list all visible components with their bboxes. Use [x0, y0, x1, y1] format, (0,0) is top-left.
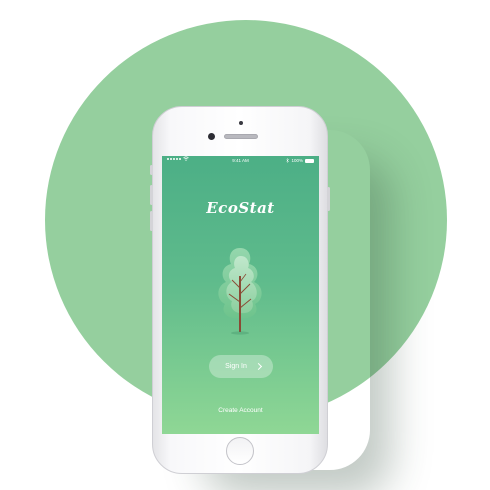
volume-down-button	[150, 211, 153, 231]
chevron-right-icon	[254, 362, 262, 371]
stage: 9:41 AM 100% EcoStat Sign In Create Acco…	[0, 0, 490, 490]
battery-percentage: 100%	[291, 158, 303, 163]
home-button[interactable]	[226, 437, 254, 465]
power-button	[327, 187, 330, 211]
volume-up-button	[150, 185, 153, 205]
battery-icon	[305, 158, 314, 163]
sign-in-label: Sign In	[225, 363, 247, 370]
app-screen: 9:41 AM 100% EcoStat Sign In Create Acco…	[162, 156, 319, 434]
front-camera-icon	[208, 133, 215, 140]
status-right: 100%	[286, 156, 314, 165]
create-account-link[interactable]: Create Account	[162, 407, 319, 414]
tree-icon	[218, 248, 262, 335]
proximity-sensor	[239, 121, 243, 125]
earpiece-speaker	[224, 134, 258, 139]
bluetooth-icon	[286, 158, 290, 163]
app-title: EcoStat	[206, 199, 275, 217]
sign-in-button[interactable]: Sign In	[209, 355, 273, 378]
status-bar: 9:41 AM 100%	[162, 156, 319, 165]
mute-switch	[150, 165, 153, 175]
phone-device: 9:41 AM 100% EcoStat Sign In Create Acco…	[150, 106, 330, 474]
